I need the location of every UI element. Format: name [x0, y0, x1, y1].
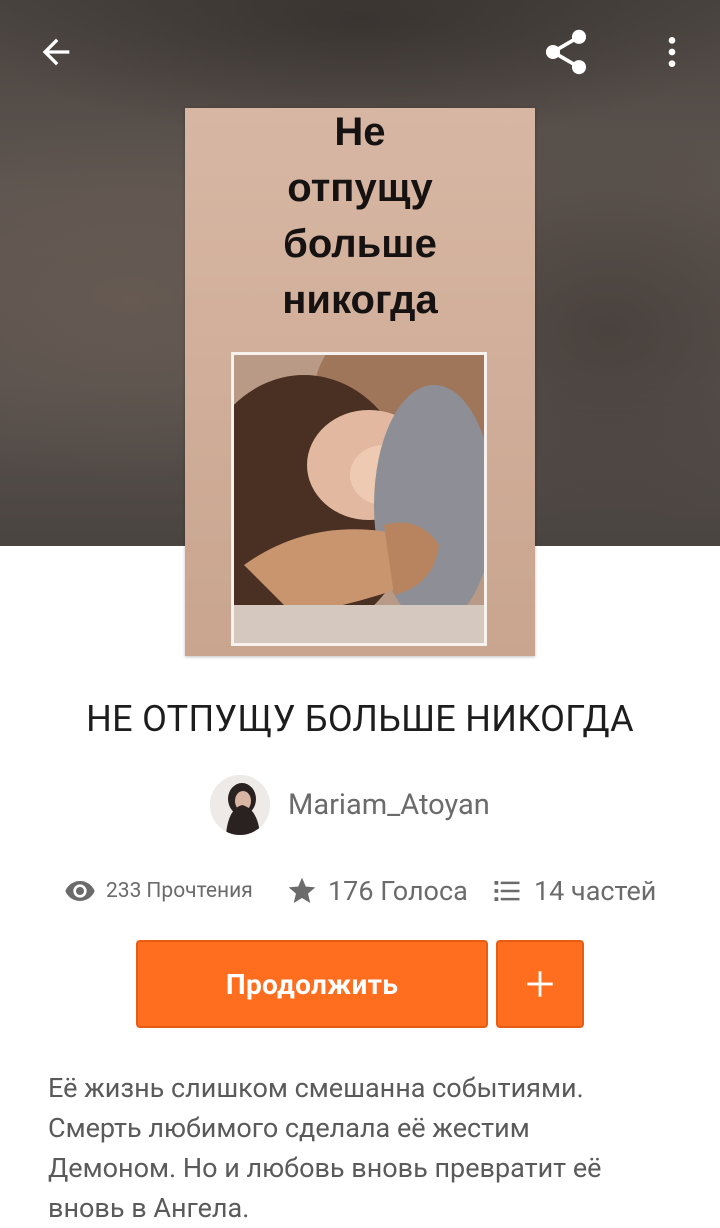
parts-text: 14 частей [534, 875, 657, 907]
add-to-library-button[interactable] [496, 940, 584, 1028]
parts-stat: 14 частей [492, 868, 656, 914]
cover-title-line-3: больше [283, 222, 437, 266]
story-stats: 233 Прочтения 176 Голоса 14 частей [0, 868, 720, 914]
star-icon [288, 877, 316, 903]
description-line: Демоном. Но и любовь вновь превратит её [48, 1152, 602, 1184]
reads-count: 233 [106, 879, 142, 903]
cover-title-line-2: отпущу [287, 166, 433, 210]
plus-icon [527, 971, 553, 997]
cover-photo [231, 352, 487, 646]
author-name: Mariam_Atoyan [288, 788, 490, 822]
book-cover: Не отпущу больше никогда [185, 108, 535, 656]
author-link[interactable]: Mariam_Atoyan [210, 774, 490, 836]
avatar-image [210, 775, 270, 835]
description-line: Её жизнь слишком смешанна событиями. [48, 1072, 584, 1104]
share-icon [545, 29, 587, 75]
votes-stat: 176 Голоса [286, 868, 468, 914]
cover-title-line-1: Не [334, 110, 386, 154]
reads-label: Прочтения [146, 879, 253, 903]
more-vertical-icon [668, 37, 676, 67]
story-description: Её жизнь слишком смешанна событиями. Сме… [48, 1068, 678, 1228]
eye-icon [65, 881, 95, 901]
share-button[interactable] [540, 26, 592, 78]
avatar[interactable] [210, 775, 270, 835]
arrow-left-icon [42, 38, 70, 66]
description-line: вновь в Ангела. [48, 1192, 250, 1224]
list-icon [494, 881, 520, 901]
back-button[interactable] [30, 26, 82, 78]
more-options-button[interactable] [646, 26, 698, 78]
cover-illustration [234, 355, 484, 643]
votes-text: 176 Голоса [328, 875, 468, 907]
story-title: НЕ ОТПУЩУ БОЛЬШЕ НИКОГДА [86, 698, 634, 740]
continue-reading-label: Продолжить [225, 967, 399, 1001]
cover-title-line-4: никогда [282, 278, 438, 322]
continue-reading-button[interactable]: Продолжить [136, 940, 488, 1028]
description-line: Смерть любимого сделала её жестим [48, 1112, 530, 1144]
reads-stat: 233 Прочтения [64, 868, 253, 914]
